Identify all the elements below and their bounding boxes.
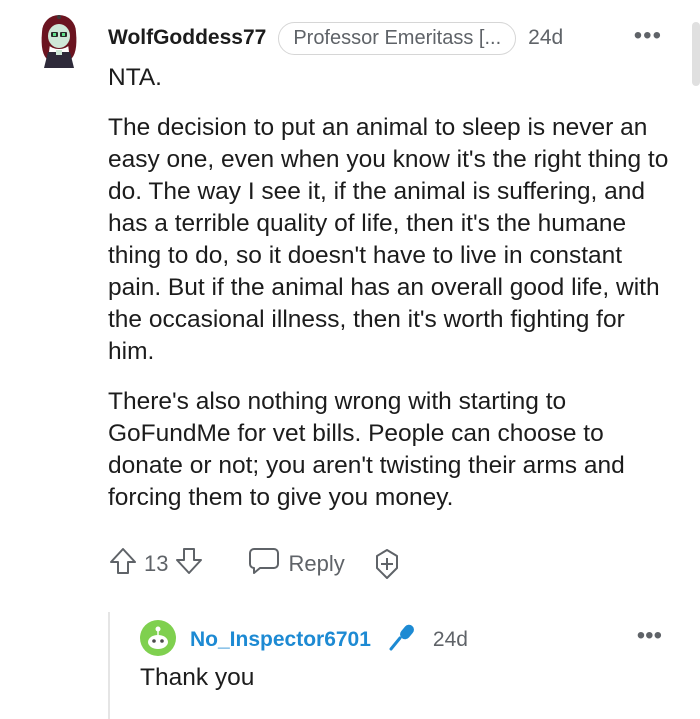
- reply-username[interactable]: No_Inspector6701: [190, 628, 371, 652]
- thread-line[interactable]: [108, 612, 110, 719]
- comment-body: NTA. The decision to put an animal to sl…: [108, 62, 673, 532]
- reply-header: No_Inspector6701 24d: [190, 622, 468, 657]
- comment-bubble-icon: [248, 546, 280, 582]
- timestamp: 24d: [528, 26, 564, 49]
- reply-body: Thank you: [140, 664, 255, 691]
- scrollbar[interactable]: [692, 22, 700, 86]
- comment-paragraph: NTA.: [108, 64, 162, 91]
- user-flair: Professor Emeritass [...: [278, 21, 517, 55]
- comment-paragraph: The decision to put an animal to sleep i…: [108, 114, 669, 365]
- vote-count: 13: [144, 551, 169, 576]
- comment-paragraph: There's also nothing wrong with starting…: [108, 388, 625, 511]
- more-options-icon[interactable]: •••: [637, 622, 662, 650]
- user-avatar[interactable]: [38, 14, 80, 68]
- comment-header: WolfGoddess77 Professor Emeritass [... 2…: [108, 20, 563, 56]
- username[interactable]: WolfGoddess77: [108, 26, 266, 50]
- downvote-icon[interactable]: [174, 546, 204, 582]
- more-options-icon[interactable]: •••: [634, 22, 662, 50]
- comment-actions: 13 Reply: [108, 545, 403, 583]
- microphone-icon: [387, 622, 417, 657]
- upvote-icon[interactable]: [108, 546, 138, 582]
- reply-button[interactable]: Reply: [248, 546, 345, 582]
- reply-avatar[interactable]: [140, 620, 176, 656]
- reply-comment: No_Inspector6701 24d ••• Thank you: [140, 612, 680, 712]
- award-add-icon[interactable]: [371, 548, 403, 580]
- reply-timestamp: 24d: [432, 627, 468, 651]
- reply-label: Reply: [288, 551, 345, 576]
